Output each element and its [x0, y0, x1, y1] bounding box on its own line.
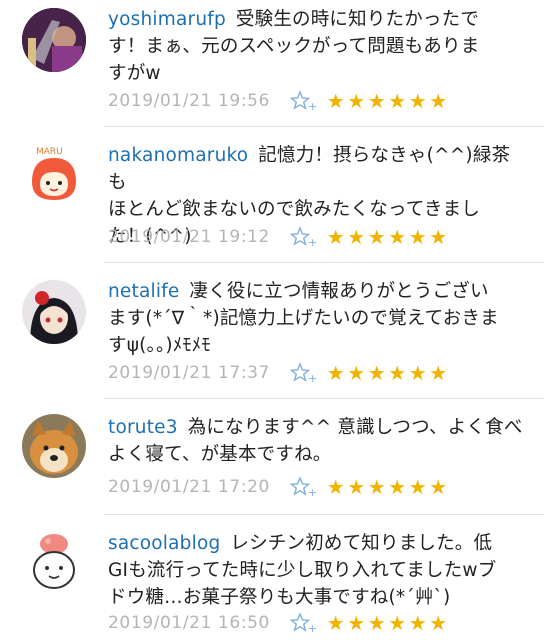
- username-link[interactable]: sacoolablog: [108, 533, 220, 554]
- comment-text: ます(*´∇｀*)記憶力上げたいので覚えておきま: [108, 308, 499, 329]
- username-link[interactable]: torute3: [108, 417, 178, 438]
- star-icon: ★: [326, 611, 346, 635]
- username-link[interactable]: nakanomaruko: [108, 145, 248, 166]
- star-icon: ★: [408, 361, 428, 385]
- star-icon: ★: [429, 475, 449, 499]
- comment-list: yoshimarufp 受験生の時に知りたかったで す！まぁ、元のスペックがって問…: [0, 0, 544, 640]
- star-icon: ★: [429, 611, 449, 635]
- avatar[interactable]: [22, 280, 86, 344]
- star-icon: ★: [408, 475, 428, 499]
- svg-text:+: +: [308, 236, 316, 248]
- add-star-icon[interactable]: +: [289, 612, 317, 635]
- comment-text: ドウ糖…お菓子祭りも大事ですね(*´艸`): [108, 587, 451, 608]
- username-link[interactable]: yoshimarufp: [108, 9, 226, 30]
- svg-text:+: +: [308, 486, 316, 498]
- comment-text: よく寝て、が基本ですね。: [108, 444, 332, 465]
- star-icon: ★: [367, 475, 387, 499]
- comment-text: GIも流行ってた時に少し取り入れてましたwブ: [108, 560, 497, 581]
- comment-text: す！まぁ、元のスペックがって問題もありま: [108, 36, 480, 57]
- divider: [104, 126, 544, 127]
- star-icon: ★: [367, 611, 387, 635]
- comment-text: レシチン初めて知りました。低: [230, 533, 493, 554]
- star-rating[interactable]: ★★★★★★: [326, 475, 449, 499]
- star-icon: ★: [388, 475, 408, 499]
- divider: [104, 398, 544, 399]
- star-icon: ★: [429, 225, 449, 249]
- star-icon: ★: [326, 361, 346, 385]
- star-rating[interactable]: ★★★★★★: [326, 611, 449, 635]
- star-icon: ★: [347, 225, 367, 249]
- star-icon: ★: [347, 475, 367, 499]
- star-icon: ★: [388, 89, 408, 113]
- star-icon: ★: [367, 361, 387, 385]
- star-icon: ★: [367, 89, 387, 113]
- divider: [104, 514, 544, 515]
- add-star-icon[interactable]: +: [289, 90, 317, 113]
- star-icon: ★: [347, 611, 367, 635]
- star-icon: ★: [367, 225, 387, 249]
- star-icon: ★: [408, 89, 428, 113]
- avatar[interactable]: [22, 414, 86, 478]
- comment-date: 2019/01/21 17:37: [108, 363, 270, 383]
- star-rating[interactable]: ★★★★★★: [326, 361, 449, 385]
- add-star-icon[interactable]: +: [289, 362, 317, 385]
- divider: [104, 262, 544, 263]
- comment-text: すがw: [108, 63, 161, 84]
- star-icon: ★: [429, 361, 449, 385]
- svg-text:+: +: [308, 622, 316, 634]
- star-rating[interactable]: ★★★★★★: [326, 225, 449, 249]
- star-icon: ★: [388, 225, 408, 249]
- svg-text:MARU: MARU: [36, 147, 63, 157]
- comment-text: ほとんど飲まないので飲みたくなってきまし: [108, 199, 480, 220]
- star-icon: ★: [388, 361, 408, 385]
- add-star-icon[interactable]: +: [289, 476, 317, 499]
- star-icon: ★: [326, 89, 346, 113]
- comment-date: 2019/01/21 17:20: [108, 477, 270, 497]
- svg-text:+: +: [308, 372, 316, 384]
- comment-text: 受験生の時に知りたかったで: [235, 9, 480, 30]
- star-icon: ★: [326, 225, 346, 249]
- star-icon: ★: [347, 89, 367, 113]
- avatar[interactable]: [22, 528, 86, 592]
- star-icon: ★: [347, 361, 367, 385]
- comment-date: 2019/01/21 16:50: [108, 613, 270, 633]
- username-link[interactable]: netalife: [108, 281, 179, 302]
- avatar[interactable]: MARU: [22, 142, 86, 206]
- star-rating[interactable]: ★★★★★★: [326, 89, 449, 113]
- comment-date: 2019/01/21 19:12: [108, 227, 270, 247]
- star-icon: ★: [326, 475, 346, 499]
- comment-text: 為になります^^ 意識しつつ、よく食べ: [187, 417, 523, 438]
- svg-text:+: +: [308, 100, 316, 112]
- star-icon: ★: [408, 611, 428, 635]
- star-icon: ★: [388, 611, 408, 635]
- comment-text: すψ(。。)ﾒﾓﾒﾓ: [108, 335, 211, 356]
- comment-date: 2019/01/21 19:56: [108, 91, 270, 111]
- comment-text: 凄く役に立つ情報ありがとうござい: [189, 281, 489, 302]
- star-icon: ★: [429, 89, 449, 113]
- star-icon: ★: [408, 225, 428, 249]
- add-star-icon[interactable]: +: [289, 226, 317, 249]
- avatar[interactable]: [22, 8, 86, 72]
